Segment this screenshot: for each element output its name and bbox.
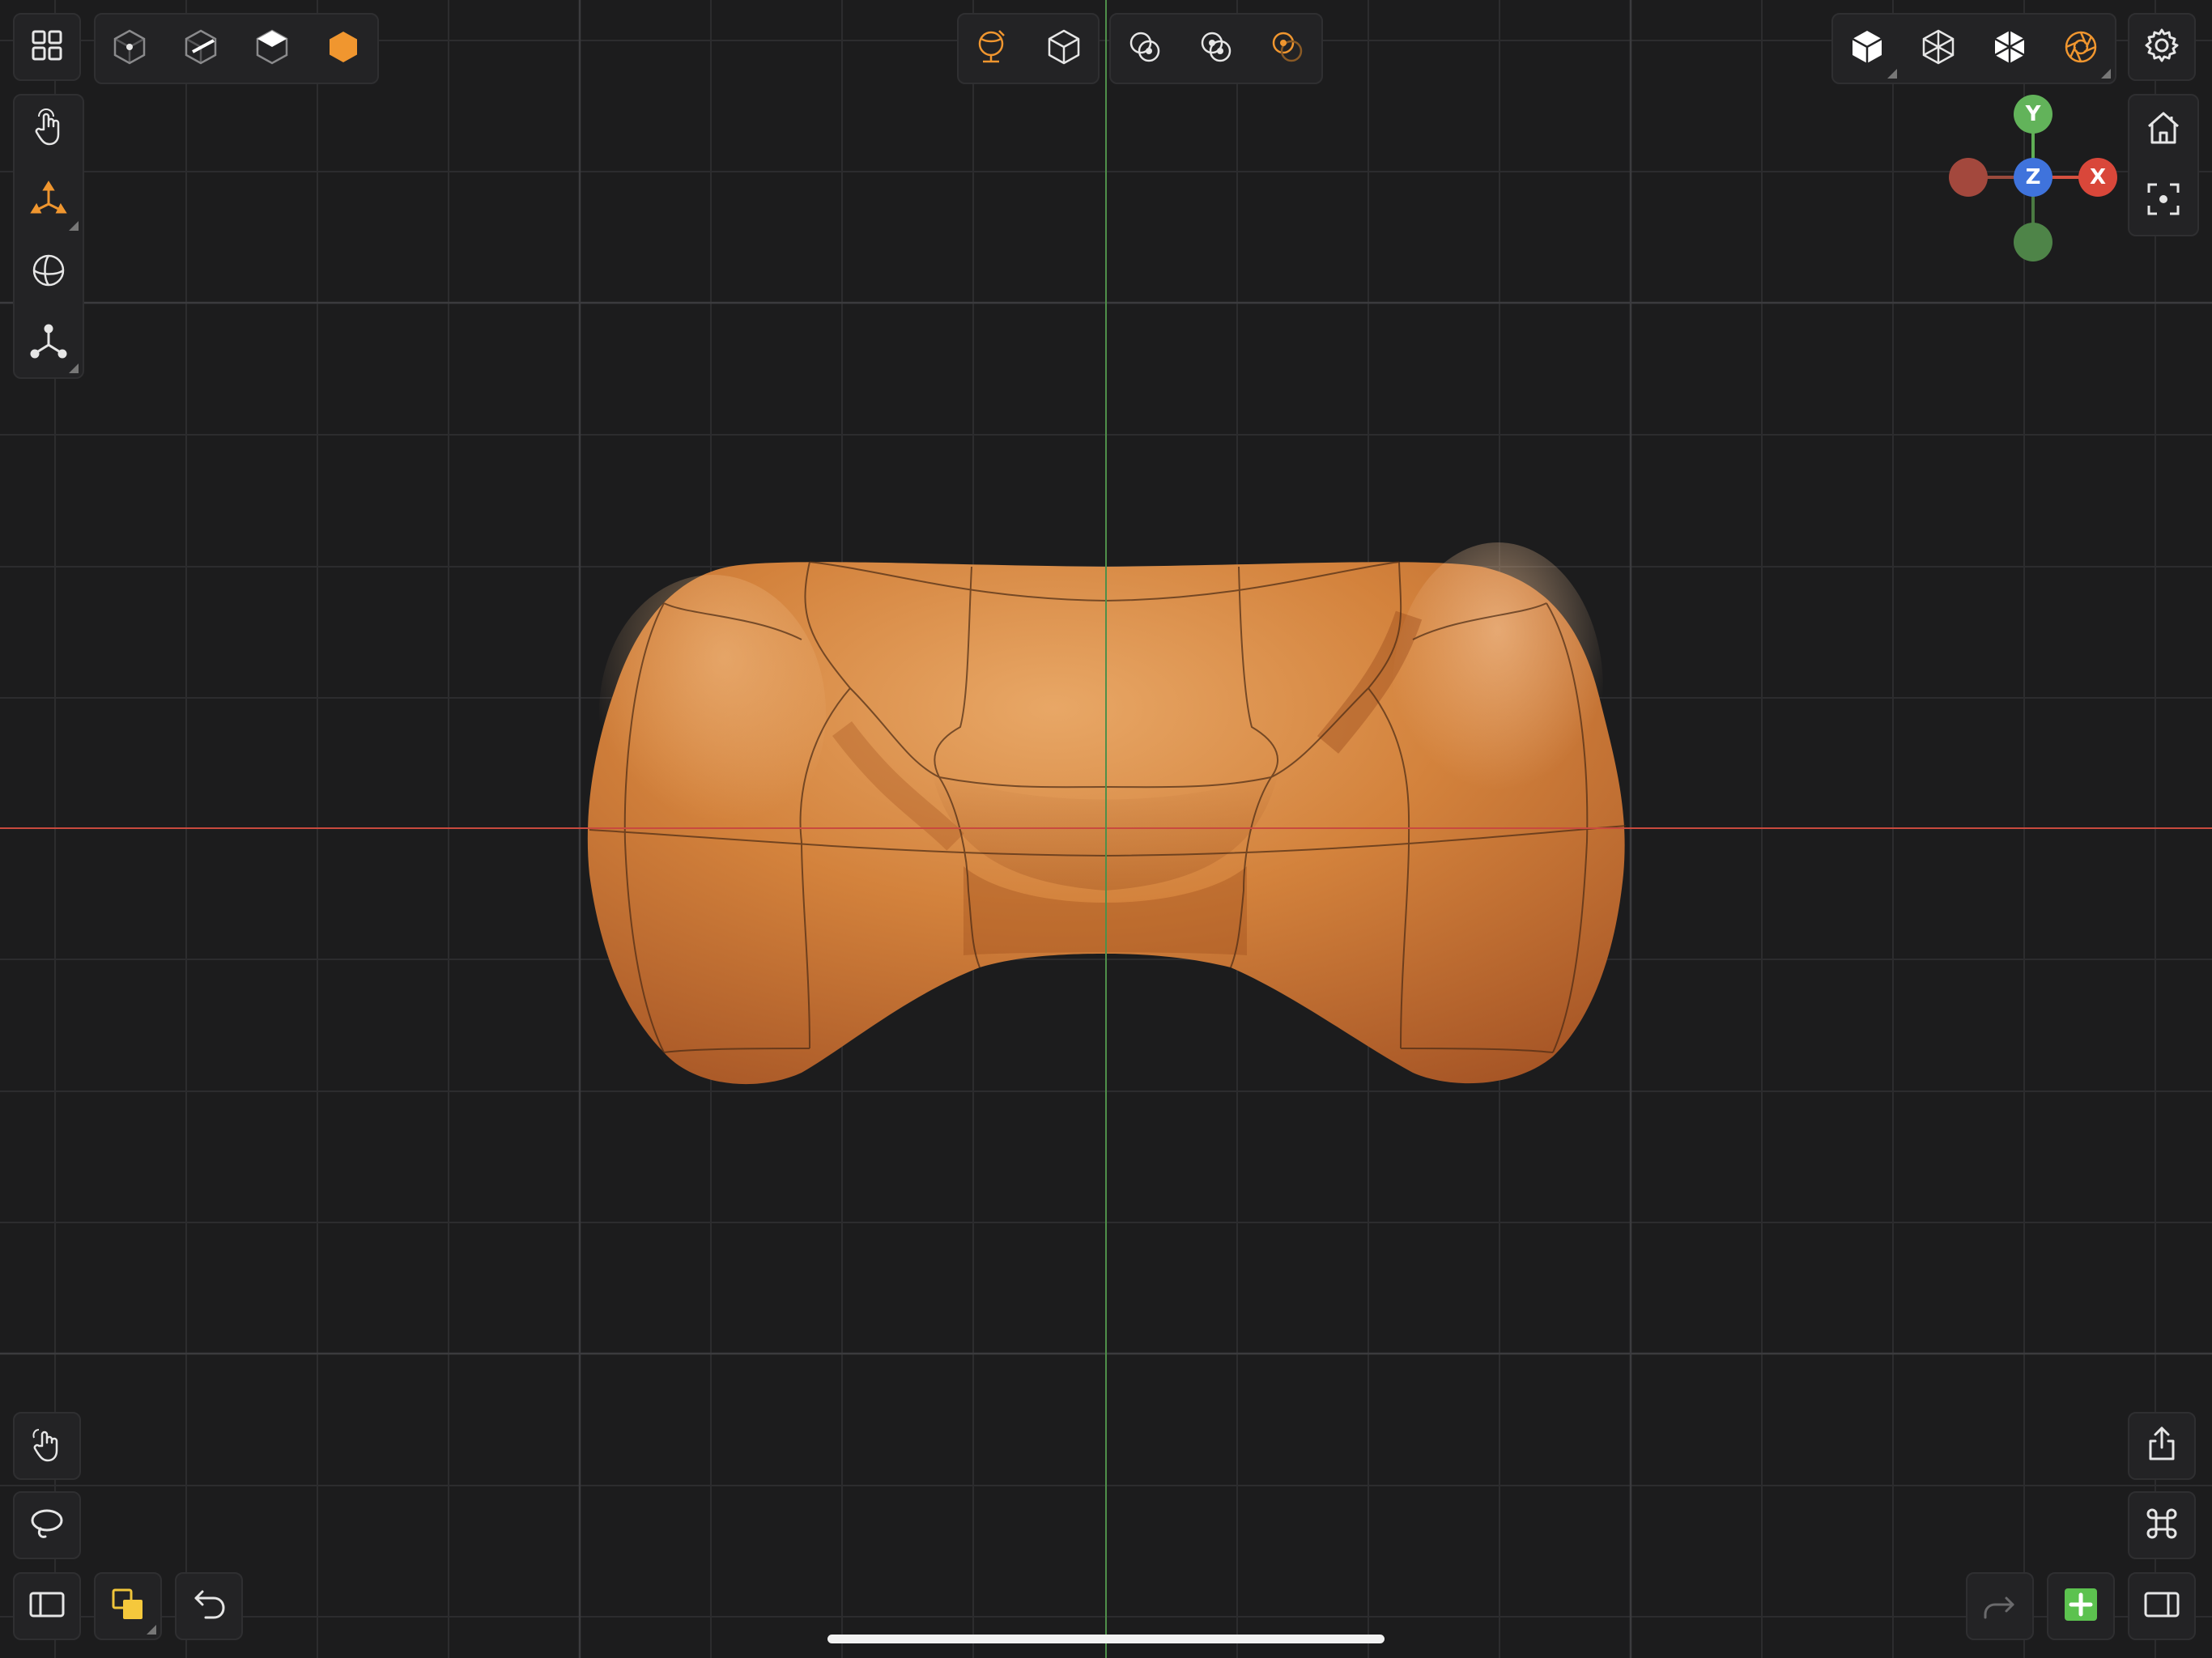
pivot-tool-icon [29, 322, 68, 364]
focus-view-button[interactable] [2129, 167, 2197, 235]
redo-icon [1980, 1585, 2019, 1627]
home-indicator[interactable] [827, 1635, 1385, 1643]
navigation-gizmo[interactable]: Y Z X [1943, 91, 2129, 261]
render-display-button[interactable] [2047, 15, 2115, 83]
transform-gizmo-icon [29, 180, 68, 222]
y-axis-handle[interactable]: Y [2014, 95, 2052, 134]
home-view-button[interactable] [2129, 96, 2197, 164]
proportional-button[interactable] [1182, 15, 1250, 83]
command-button[interactable] [2128, 1491, 2196, 1559]
command-icon [2142, 1504, 2181, 1546]
right-sidebar-button[interactable] [2128, 1572, 2196, 1640]
lasso-button[interactable] [13, 1491, 81, 1559]
y-axis-label: Y [2025, 102, 2041, 126]
sidebar-right-icon [2142, 1585, 2181, 1627]
display-mode-toolbar [1831, 13, 2116, 84]
solid-display-button[interactable] [1833, 15, 1901, 83]
share-icon [2142, 1425, 2181, 1467]
global-space-button[interactable] [959, 15, 1027, 83]
add-icon [2061, 1585, 2100, 1627]
negative-x-axis-handle[interactable] [1949, 158, 1988, 197]
negative-y-axis-handle[interactable] [2014, 223, 2052, 261]
snap-button[interactable] [1111, 15, 1179, 83]
global-space-icon [973, 28, 1012, 70]
sidebar-left-icon [28, 1585, 66, 1627]
menu-button[interactable] [13, 13, 81, 81]
wireframe-cube-icon [1919, 28, 1958, 70]
face-mode-button[interactable] [238, 15, 306, 83]
redo-button[interactable] [1966, 1572, 2034, 1640]
solid-cube-icon [1848, 28, 1887, 70]
add-object-button[interactable] [2047, 1572, 2115, 1640]
render-aperture-icon [2061, 28, 2100, 70]
local-space-icon [1044, 28, 1083, 70]
xray-cube-icon [1990, 28, 2029, 70]
hand-tool-icon [29, 108, 68, 151]
viewport[interactable] [0, 0, 2212, 1658]
right-view-panel [2128, 94, 2199, 236]
space-toolbar [957, 13, 1100, 84]
layers-button[interactable] [94, 1572, 162, 1640]
grid-menu-icon [28, 26, 66, 68]
soft-selection-button[interactable] [1253, 15, 1321, 83]
touch-gesture-button[interactable] [13, 1412, 81, 1480]
selection-mode-toolbar [94, 13, 379, 84]
layers-icon [108, 1585, 147, 1627]
local-space-button[interactable] [1030, 15, 1098, 83]
vertex-mode-icon [110, 28, 149, 70]
settings-button[interactable] [2128, 13, 2196, 81]
wireframe-display-button[interactable] [1904, 15, 1972, 83]
left-tool-panel [13, 94, 84, 379]
x-axis-handle[interactable]: X [2078, 158, 2117, 197]
undo-icon [189, 1585, 228, 1627]
left-sidebar-button[interactable] [13, 1572, 81, 1640]
xray-display-button[interactable] [1976, 15, 2044, 83]
face-mode-icon [253, 28, 291, 70]
pivot-tool-button[interactable] [15, 309, 83, 377]
share-button[interactable] [2128, 1412, 2196, 1480]
object-mode-icon [324, 28, 363, 70]
soft-selection-icon [1268, 28, 1307, 70]
lasso-icon [28, 1504, 66, 1546]
sphere-tool-icon [29, 251, 68, 293]
edge-mode-icon [181, 28, 220, 70]
proportional-icon [1197, 28, 1236, 70]
focus-icon [2144, 180, 2183, 222]
transform-tool-button[interactable] [15, 167, 83, 235]
z-axis-label: Z [2025, 165, 2041, 189]
hand-tool-button[interactable] [15, 96, 83, 164]
z-axis-handle[interactable]: Z [2014, 158, 2052, 197]
gear-icon [2142, 26, 2181, 68]
x-axis-label: X [2089, 165, 2107, 189]
sphere-tool-button[interactable] [15, 238, 83, 306]
snap-icon [1125, 28, 1164, 70]
home-icon [2144, 108, 2183, 151]
touch-gesture-icon [28, 1425, 66, 1467]
snap-toolbar [1109, 13, 1323, 84]
object-mode-button[interactable] [309, 15, 377, 83]
edge-mode-button[interactable] [167, 15, 235, 83]
undo-button[interactable] [175, 1572, 243, 1640]
vertex-mode-button[interactable] [96, 15, 164, 83]
